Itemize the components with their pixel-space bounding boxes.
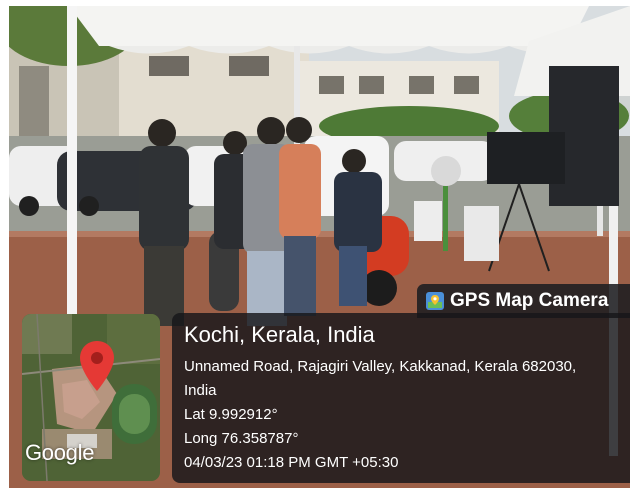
longitude-text: Long 76.358787° xyxy=(184,430,299,447)
datetime-text: 04/03/23 01:18 PM GMT +05:30 xyxy=(184,454,399,471)
app-name: GPS Map Camera xyxy=(450,290,609,311)
map-thumbnail: Google xyxy=(22,314,160,481)
location-title: Kochi, Kerala, India xyxy=(184,322,375,347)
google-logo: Google xyxy=(25,440,95,465)
latitude-text: Lat 9.992912° xyxy=(184,406,278,423)
location-pin-icon xyxy=(80,341,114,391)
address-line-2: India xyxy=(184,382,217,399)
map-pin-app-icon xyxy=(426,292,444,310)
address-line-1: Unnamed Road, Rajagiri Valley, Kakkanad,… xyxy=(184,358,577,375)
location-info-panel: Kochi, Kerala, India Unnamed Road, Rajag… xyxy=(172,313,630,483)
